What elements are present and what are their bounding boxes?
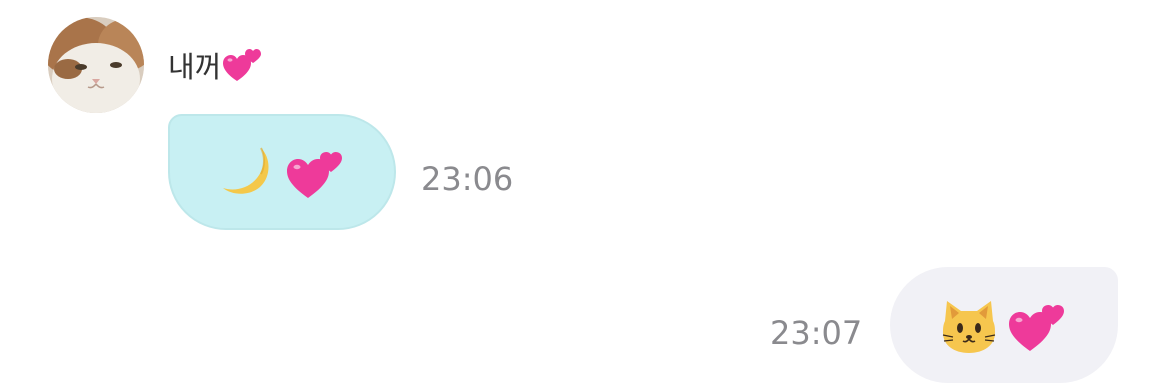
two-hearts-icon xyxy=(1009,295,1069,355)
cat-photo-avatar xyxy=(48,17,144,113)
message-time: 23:07 xyxy=(770,314,863,352)
two-hearts-icon xyxy=(287,142,347,202)
incoming-message-bubble[interactable] xyxy=(168,114,396,230)
message-time: 23:06 xyxy=(421,160,514,198)
crescent-moon-icon xyxy=(217,142,277,202)
sender-name: 내꺼 xyxy=(168,50,222,84)
two-hearts-icon xyxy=(223,45,263,85)
cat-face-icon xyxy=(939,295,999,355)
sender-avatar[interactable] xyxy=(48,17,144,113)
outgoing-message-bubble[interactable] xyxy=(890,267,1118,383)
sender-name-row: 내꺼 xyxy=(168,40,263,90)
